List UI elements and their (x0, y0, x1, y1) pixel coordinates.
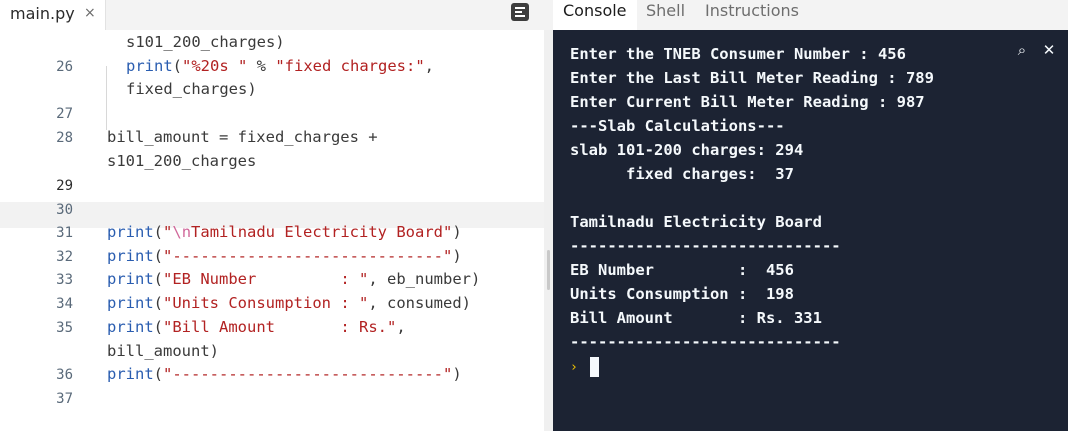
console-panel[interactable]: ⌕ ✕ Enter the TNEB Consumer Number : 456… (553, 30, 1068, 431)
console-toolbar: ⌕ ✕ (1009, 38, 1064, 63)
line-number: 32 (56, 249, 73, 265)
line-number: 27 (56, 106, 73, 122)
console-input-cursor[interactable] (590, 357, 599, 377)
line-number: 26 (56, 59, 73, 75)
line-number-current: 29 (56, 178, 73, 194)
search-icon[interactable]: ⌕ (1009, 38, 1035, 63)
console-output-line: Bill Amount : Rs. 331 (570, 309, 822, 327)
line-number: 28 (56, 130, 73, 146)
console-output-line: Enter Current Bill Meter Reading : 987 (570, 93, 925, 111)
code-line: bill_amount = fixed_charges + (107, 128, 378, 146)
console-output-line: slab 101-200 charges: 294 (570, 141, 804, 159)
resize-grip-icon (547, 250, 550, 290)
console-output-line: ----------------------------- (570, 333, 841, 351)
code-token-string: "-----------------------------" (163, 365, 453, 383)
code-token: , consumed) (368, 294, 471, 312)
code-editor[interactable]: 26 27 28 29 30 31 32 33 34 35 36 37 s101… (0, 30, 544, 431)
code-token-string: "%20s " (182, 57, 248, 75)
code-line: print("-----------------------------") (107, 365, 462, 383)
tab-shell-label: Shell (646, 1, 686, 20)
code-token-string: "EB Number : " (163, 270, 369, 288)
close-icon[interactable]: ✕ (1036, 38, 1062, 63)
code-token-function: print (126, 57, 173, 75)
indent-guide (106, 66, 107, 130)
file-tab-main-py[interactable]: main.py × (0, 0, 106, 30)
line-number: 31 (56, 225, 73, 241)
code-token-string: "-----------------------------" (163, 247, 453, 265)
line-number: 34 (56, 296, 73, 312)
tab-instructions-label: Instructions (705, 1, 799, 20)
code-line: print("Bill Amount : Rs.", (107, 318, 406, 336)
tab-console[interactable]: Console (553, 0, 637, 32)
code-line: bill_amount) (107, 342, 219, 360)
code-line: s101_200_charges) (126, 33, 285, 51)
format-code-icon[interactable] (511, 3, 529, 21)
code-token-function: print (107, 294, 154, 312)
code-line: s101_200_charges (107, 152, 257, 170)
code-token-function: print (107, 270, 154, 288)
console-output-line: ---Slab Calculations--- (570, 117, 785, 135)
console-output-line: ----------------------------- (570, 237, 841, 255)
tab-console-label: Console (563, 1, 627, 20)
console-output-line: Tamilnadu Electricity Board (570, 213, 822, 231)
code-token: , (396, 318, 406, 336)
code-token: , (424, 57, 434, 75)
file-tab-label: main.py (10, 4, 75, 23)
line-number: 36 (56, 367, 73, 383)
code-line: fixed_charges) (126, 80, 257, 98)
code-token-function: print (107, 318, 154, 336)
console-output-line: fixed charges: 37 (570, 165, 794, 183)
code-token-function: print (107, 247, 154, 265)
tab-instructions[interactable]: Instructions (705, 0, 815, 30)
console-output-line: Enter the TNEB Consumer Number : 456 (570, 45, 906, 63)
code-token-string: "fixed charges:" (275, 57, 425, 75)
panel-resize-handle[interactable] (544, 30, 553, 431)
code-line: print("Units Consumption : ", consumed) (107, 294, 471, 312)
code-line: print("\nTamilnadu Electricity Board") (107, 223, 462, 241)
code-token: , eb_number) (368, 270, 481, 288)
tab-shell[interactable]: Shell (646, 0, 696, 30)
prompt-chevron-icon: › (570, 360, 578, 375)
code-line: print("-----------------------------") (107, 247, 462, 265)
code-line: print("%20s " % "fixed charges:", (126, 57, 434, 75)
line-number: 30 (56, 202, 73, 218)
line-number: 33 (56, 272, 73, 288)
console-output-line: Units Consumption : 198 (570, 285, 794, 303)
console-output-line: Enter the Last Bill Meter Reading : 789 (570, 69, 934, 87)
top-tab-bar: main.py × Console Shell Instructions (0, 0, 1068, 32)
code-token-string: Tamilnadu Electricity Board" (191, 223, 453, 241)
code-token-function: print (107, 223, 154, 241)
console-output-line: EB Number : 456 (570, 261, 794, 279)
code-token-function: print (107, 365, 154, 383)
code-token: % (247, 57, 276, 75)
code-token-string: "Bill Amount : Rs." (163, 318, 397, 336)
close-icon[interactable]: × (84, 5, 96, 21)
code-line: print("EB Number : ", eb_number) (107, 270, 481, 288)
line-number: 37 (56, 391, 73, 407)
code-token-string: " (163, 223, 173, 241)
code-token-escape: \n (172, 223, 192, 241)
code-token-string: "Units Consumption : " (163, 294, 369, 312)
line-number: 35 (56, 320, 73, 336)
